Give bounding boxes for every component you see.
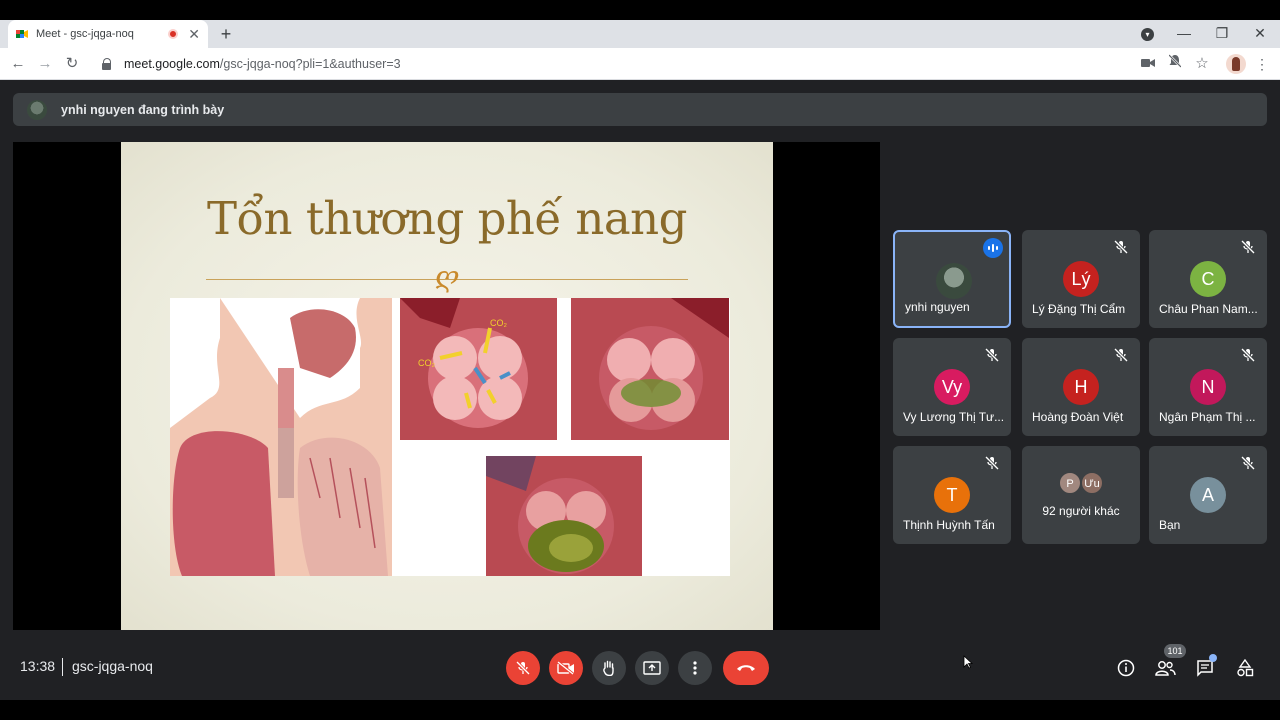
tab-search-icon[interactable]: ▾	[1141, 28, 1154, 41]
hand-icon	[603, 660, 614, 676]
back-button[interactable]: ←	[6, 48, 30, 80]
chat-unread-dot	[1209, 654, 1217, 662]
participant-avatar: N	[1190, 369, 1226, 405]
svg-text:CO₂: CO₂	[490, 318, 508, 328]
mic-off-icon	[985, 348, 999, 362]
participant-name: Hoàng Đoàn Việt	[1032, 410, 1124, 424]
present-screen-button[interactable]	[635, 651, 669, 685]
notifications-off-icon[interactable]	[1165, 54, 1185, 74]
slide-title: Tổn thương phế nang	[207, 192, 687, 245]
url-path: /gsc-jqga-noq?pli=1&authuser=3	[219, 57, 401, 71]
close-window-button[interactable]: ✕	[1242, 20, 1278, 48]
activities-icon	[1237, 659, 1254, 677]
browser-menu-icon[interactable]: ⋮	[1252, 54, 1272, 74]
tab-close-icon[interactable]: ✕	[188, 26, 200, 43]
participant-name: Lý Đặng Thị Cẩm	[1032, 302, 1126, 316]
more-vert-icon	[693, 661, 697, 675]
participant-avatar: A	[1190, 477, 1226, 513]
mic-off-icon	[1241, 240, 1255, 254]
mic-off-icon	[985, 456, 999, 470]
people-count-badge: 101	[1164, 644, 1186, 658]
participant-tile[interactable]: H Hoàng Đoàn Việt	[1022, 338, 1140, 436]
participant-name: Thịnh Huỳnh Tấn	[903, 518, 995, 532]
mic-off-icon	[1114, 348, 1128, 362]
more-options-button[interactable]	[678, 651, 712, 685]
divider	[62, 658, 63, 676]
others-avatar: Ưu	[1081, 472, 1103, 494]
participant-avatar: C	[1190, 261, 1226, 297]
minimize-button[interactable]: —	[1166, 20, 1202, 48]
participant-name: Bạn	[1159, 518, 1181, 532]
people-icon	[1155, 661, 1176, 676]
meeting-code: gsc-jqga-noq	[72, 658, 153, 674]
new-tab-button[interactable]: +	[216, 22, 236, 46]
microphone-toggle-button[interactable]	[506, 651, 540, 685]
participant-name: Ngân Phạm Thị ...	[1159, 410, 1256, 424]
meeting-details-button[interactable]	[1114, 656, 1138, 680]
slide-ornament: ღ	[434, 260, 460, 293]
participant-tile[interactable]: Lý Lý Đặng Thị Cẩm	[1022, 230, 1140, 328]
lungs-anatomy-image	[170, 298, 392, 576]
mic-off-icon	[1241, 456, 1255, 470]
slide-illustration: CO₂ CO₂	[170, 298, 730, 576]
participant-name: Châu Phan Nam...	[1159, 302, 1258, 316]
hang-up-icon	[737, 665, 755, 671]
url-host: meet.google.com	[124, 57, 220, 71]
participant-tile[interactable]: Vy Vy Lương Thị Tư...	[893, 338, 1011, 436]
participant-avatar: H	[1063, 369, 1099, 405]
participant-avatar: Lý	[1063, 261, 1099, 297]
presenter-avatar	[27, 99, 47, 120]
participant-tile[interactable]: C Châu Phan Nam...	[1149, 230, 1267, 328]
alveoli-damaged-image	[571, 298, 729, 440]
participant-avatar: T	[934, 477, 970, 513]
bookmark-star-icon[interactable]: ☆	[1192, 54, 1212, 74]
others-avatar: P	[1059, 472, 1081, 494]
mic-off-icon	[1241, 348, 1255, 362]
speaking-indicator-icon	[983, 238, 1003, 258]
others-count-label: 92 người khác	[1042, 504, 1120, 518]
mic-off-icon	[515, 660, 531, 676]
participant-tile[interactable]: N Ngân Phạm Thị ...	[1149, 338, 1267, 436]
people-button[interactable]	[1153, 656, 1177, 680]
alveoli-infected-image	[486, 456, 642, 576]
participant-name: Vy Lương Thị Tư...	[903, 410, 1005, 424]
forward-button[interactable]: →	[33, 48, 57, 80]
participant-tile[interactable]: T Thịnh Huỳnh Tấn	[893, 446, 1011, 544]
profile-avatar[interactable]	[1226, 54, 1246, 74]
mouse-cursor-icon	[963, 655, 973, 669]
lock-icon[interactable]	[100, 57, 114, 71]
participant-avatar	[936, 263, 972, 299]
camera-toggle-button[interactable]	[549, 651, 583, 685]
participant-avatar: Vy	[934, 369, 970, 405]
camera-icon[interactable]	[1138, 54, 1158, 74]
svg-text:CO₂: CO₂	[418, 358, 436, 368]
present-icon	[643, 661, 661, 675]
camera-off-icon	[557, 661, 574, 675]
presenter-banner: ynhi nguyen đang trình bày	[13, 93, 1267, 126]
info-icon	[1117, 659, 1135, 677]
participant-name: ynhi nguyen	[905, 300, 970, 314]
recording-indicator-icon	[168, 29, 179, 39]
meet-favicon-icon	[16, 28, 28, 40]
presenter-text: ynhi nguyen đang trình bày	[61, 102, 225, 117]
leave-call-button[interactable]	[723, 651, 769, 685]
mic-off-icon	[1114, 240, 1128, 254]
self-tile[interactable]: A Bạn	[1149, 446, 1267, 544]
others-tile[interactable]: P Ưu 92 người khác	[1022, 446, 1140, 544]
participant-tile[interactable]: ynhi nguyen	[893, 230, 1011, 328]
url-field[interactable]: meet.google.com/gsc-jqga-noq?pli=1&authu…	[92, 52, 1272, 76]
tab-title: Meet - gsc-jqga-noq	[36, 28, 134, 40]
alveoli-gas-exchange-image: CO₂ CO₂	[400, 298, 557, 440]
presentation-slide: Tổn thương phế nang ღ CO₂ CO₂	[121, 142, 773, 630]
maximize-button[interactable]: ❐	[1204, 20, 1240, 48]
browser-tab[interactable]: Meet - gsc-jqga-noq ✕	[8, 20, 208, 48]
meeting-time: 13:38	[20, 658, 56, 674]
activities-button[interactable]	[1233, 656, 1257, 680]
reload-button[interactable]: ↻	[60, 48, 84, 80]
raise-hand-button[interactable]	[592, 651, 626, 685]
